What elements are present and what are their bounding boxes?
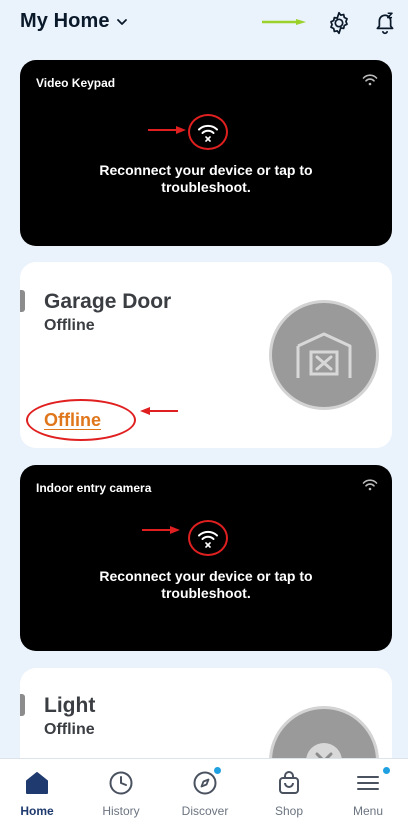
bottom-navigation: Home History Discover Shop Menu — [0, 758, 408, 823]
camera-name: Video Keypad — [36, 76, 116, 90]
offline-link-highlight — [26, 399, 136, 441]
device-name: Light — [44, 694, 96, 717]
wifi-status-icon — [362, 479, 378, 491]
garage-offline-icon — [296, 332, 352, 378]
nav-shop[interactable]: Shop — [249, 759, 329, 823]
top-bar: My Home — [0, 0, 408, 48]
drag-handle[interactable] — [20, 694, 25, 716]
nav-discover[interactable]: Discover — [165, 759, 245, 823]
green-annotation-arrow — [262, 19, 306, 25]
offline-wifi-highlight — [188, 114, 228, 150]
chevron-down-icon — [116, 18, 127, 25]
device-status: Offline — [44, 317, 95, 334]
nav-menu-label: Menu — [352, 804, 384, 818]
hamburger-menu-icon — [357, 776, 379, 790]
garage-door-card[interactable]: Garage Door Offline Offline — [20, 262, 392, 448]
red-annotation-arrow — [148, 126, 186, 134]
home-selector[interactable]: My Home — [20, 10, 128, 33]
settings-gear-icon[interactable] — [326, 10, 352, 36]
nav-home-label: Home — [20, 804, 54, 818]
home-title: My Home — [20, 10, 110, 32]
red-annotation-arrow — [142, 526, 180, 534]
video-keypad-card[interactable]: Video Keypad Reconnect your device or ta… — [20, 60, 392, 246]
nav-discover-label: Discover — [181, 804, 229, 818]
nav-history[interactable]: History — [81, 759, 161, 823]
clock-icon — [109, 771, 133, 795]
drag-handle[interactable] — [20, 290, 25, 312]
reconnect-message: Reconnect your device or tap to troubles… — [99, 162, 313, 195]
wifi-off-icon — [198, 530, 218, 548]
red-annotation-arrow — [140, 407, 178, 415]
wifi-off-icon — [198, 124, 218, 142]
shopping-bag-icon — [279, 771, 299, 794]
indoor-camera-card[interactable]: Indoor entry camera Reconnect your devic… — [20, 465, 392, 651]
reconnect-message: Reconnect your device or tap to troubles… — [99, 568, 313, 601]
wifi-status-icon — [362, 74, 378, 86]
garage-door-control[interactable] — [269, 300, 379, 410]
nav-home[interactable]: Home — [0, 759, 77, 823]
camera-name: Indoor entry camera — [36, 481, 152, 495]
home-icon — [26, 772, 48, 794]
device-status: Offline — [44, 721, 95, 738]
menu-badge — [383, 767, 390, 774]
nav-history-label: History — [102, 804, 140, 818]
nav-menu[interactable]: Menu — [328, 759, 408, 823]
device-name: Garage Door — [44, 290, 172, 313]
snooze-bell-icon[interactable] — [372, 10, 398, 36]
nav-shop-label: Shop — [274, 804, 304, 818]
discover-badge — [214, 767, 221, 774]
offline-wifi-highlight — [188, 520, 228, 556]
